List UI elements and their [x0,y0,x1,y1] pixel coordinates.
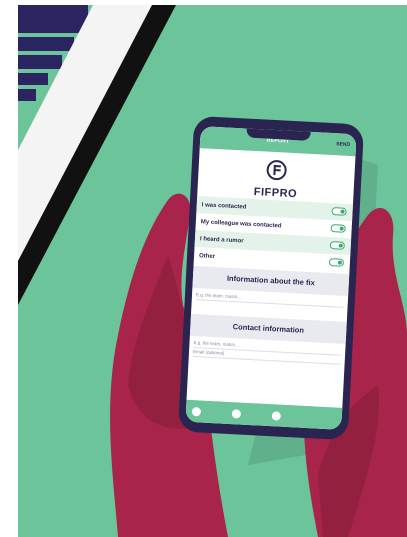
bottom-nav-bar [185,399,343,430]
nav-dot[interactable] [191,407,202,417]
contact-section-title: Contact information [189,313,347,344]
option-label: Other [198,252,216,260]
fifpro-logo: FIFPRO [197,156,355,203]
toggle-switch-icon[interactable] [329,241,345,250]
nav-dot[interactable] [231,409,242,419]
toggle-switch-icon[interactable] [331,207,347,216]
option-label: My colleague was contacted [200,218,282,229]
illustration-frame: REPORT SEND FIFPRO I was contacted My co… [0,0,407,537]
smartphone: REPORT SEND FIFPRO I was contacted My co… [177,115,365,441]
send-button[interactable]: SEND [336,141,350,148]
toggle-switch-icon[interactable] [330,224,346,233]
option-label: I was contacted [201,201,247,211]
nav-dot[interactable] [271,411,282,421]
report-options-list: I was contacted My colleague was contact… [194,196,353,272]
fifpro-logo-icon [266,159,288,181]
phone-screen: REPORT SEND FIFPRO I was contacted My co… [185,126,357,430]
option-label: I heard a rumor [199,235,244,245]
toggle-switch-icon[interactable] [328,258,345,267]
